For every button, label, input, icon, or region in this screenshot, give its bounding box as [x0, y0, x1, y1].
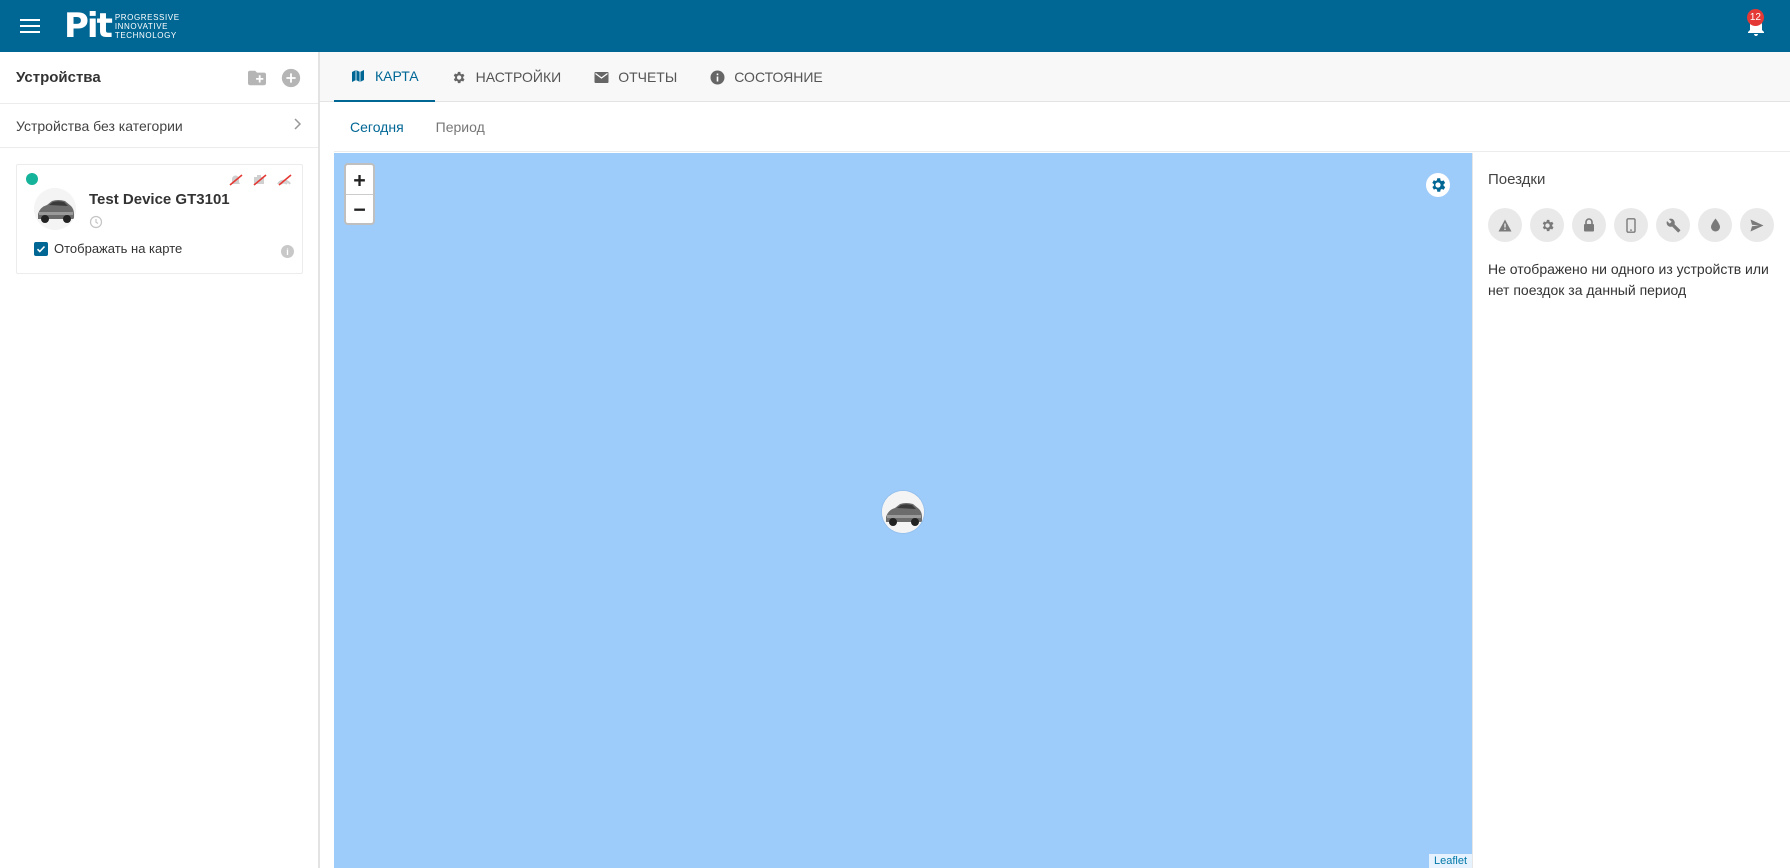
- logo-line-2: INNOVATIVE: [114, 21, 169, 31]
- zoom-out-button[interactable]: −: [346, 194, 373, 223]
- wrench-icon[interactable]: [1656, 208, 1690, 242]
- sidebar-divider: [318, 52, 320, 868]
- trip-filter-buttons: [1488, 208, 1774, 242]
- sidebar-header: Устройства: [0, 52, 318, 104]
- category-label: Устройства без категории: [16, 117, 183, 134]
- gear-icon[interactable]: [1530, 208, 1564, 242]
- mail-icon: [593, 69, 609, 85]
- signal-off-icon: [276, 173, 292, 187]
- alarm-off-icon: [228, 173, 244, 187]
- status-indicator: [26, 173, 38, 185]
- top-app-bar: Pit PROGRESSIVE INNOVATIVE TECHNOLOGY 12: [0, 0, 1790, 52]
- device-card[interactable]: Test Device GT3101 Отображать на карте i: [16, 164, 303, 274]
- subtab-period[interactable]: Период: [420, 119, 501, 135]
- clock-icon: [89, 215, 103, 229]
- map-attribution-link[interactable]: Leaflet: [1428, 854, 1472, 868]
- map-settings-gear-icon[interactable]: [1426, 173, 1450, 197]
- map-icon: [350, 68, 366, 84]
- main-tabs: КАРТА НАСТРОЙКИ ОТЧЕТЫ СОСТОЯНИЕ: [320, 52, 1790, 102]
- tab-reports-label: ОТЧЕТЫ: [618, 69, 678, 85]
- tab-settings-label: НАСТРОЙКИ: [475, 69, 562, 85]
- add-folder-icon[interactable]: [246, 67, 268, 89]
- zoom-in-button[interactable]: +: [346, 165, 373, 194]
- engine-off-icon: [252, 173, 268, 187]
- device-avatar: [34, 188, 76, 230]
- lock-icon[interactable]: [1572, 208, 1606, 242]
- show-on-map-label: Отображать на карте: [54, 241, 183, 256]
- subtab-today[interactable]: Сегодня: [334, 119, 420, 135]
- tab-status-label: СОСТОЯНИЕ: [734, 69, 823, 85]
- tab-settings[interactable]: НАСТРОЙКИ: [435, 52, 578, 102]
- logo-mark: Pit: [64, 6, 113, 46]
- info-icon: [709, 69, 725, 85]
- hamburger-menu-icon[interactable]: [20, 12, 48, 40]
- trips-title: Поездки: [1488, 171, 1546, 188]
- add-device-icon[interactable]: [280, 67, 302, 89]
- tab-map-label: КАРТА: [375, 68, 419, 84]
- warning-icon[interactable]: [1488, 208, 1522, 242]
- phone-icon[interactable]: [1614, 208, 1648, 242]
- info-icon[interactable]: i: [281, 245, 294, 258]
- device-status-icons: [228, 173, 292, 187]
- tab-map[interactable]: КАРТА: [334, 52, 435, 102]
- tab-reports[interactable]: ОТЧЕТЫ: [577, 52, 693, 102]
- zoom-control: + −: [344, 163, 375, 225]
- notification-badge: 12: [1746, 9, 1764, 26]
- map-view[interactable]: + − Leaflet: [334, 153, 1472, 868]
- send-icon[interactable]: [1740, 208, 1774, 242]
- devices-sidebar: Устройства Устройства без категории Test…: [0, 52, 318, 868]
- trips-panel: Поездки Не отображено ни одного из устро…: [1472, 153, 1790, 868]
- device-name: Test Device GT3101: [89, 191, 230, 208]
- category-uncategorized[interactable]: Устройства без категории: [0, 104, 318, 148]
- chevron-right-icon: [292, 117, 302, 135]
- checkbox-checked-icon[interactable]: [34, 241, 48, 256]
- gear-icon: [451, 69, 467, 85]
- period-tabs: Сегодня Период: [334, 102, 1790, 152]
- sidebar-title: Устройства: [16, 69, 101, 86]
- logo-tagline: PROGRESSIVE INNOVATIVE TECHNOLOGY: [115, 13, 180, 40]
- drop-icon[interactable]: [1698, 208, 1732, 242]
- tab-status[interactable]: СОСТОЯНИЕ: [693, 52, 838, 102]
- logo: Pit PROGRESSIVE INNOVATIVE TECHNOLOGY: [64, 6, 180, 46]
- logo-line-3: TECHNOLOGY: [114, 30, 177, 40]
- device-marker[interactable]: [882, 491, 924, 533]
- show-on-map-checkbox[interactable]: Отображать на карте: [34, 241, 182, 256]
- logo-line-1: PROGRESSIVE: [114, 12, 180, 22]
- trips-empty-message: Не отображено ни одного из устройств или…: [1488, 261, 1769, 298]
